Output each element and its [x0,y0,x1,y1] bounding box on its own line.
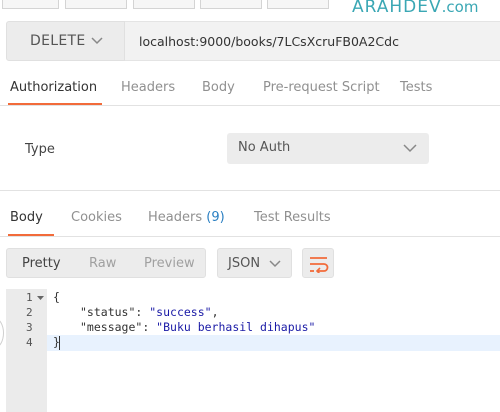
format-value: JSON [228,256,261,271]
pretty-button[interactable]: Pretty [22,256,61,271]
url-text: localhost:9000/books/7LCsXcruFB0A2Cdc [139,34,399,49]
active-tab-indicator [8,103,102,105]
tab-test-results[interactable]: Test Results [254,210,331,225]
view-mode-group: Pretty Raw Preview [6,248,206,278]
code-line: { [53,290,60,304]
text-cursor [59,336,60,350]
auth-type-value: No Auth [238,140,291,155]
line-number: 1 [26,291,33,304]
tab-response-body[interactable]: Body [10,210,43,225]
response-body-editor[interactable]: 1 2 3 4 { "status": "success", "message"… [6,289,500,412]
tab-authorization[interactable]: Authorization [10,80,97,95]
fold-arrow-icon[interactable] [37,296,44,301]
browser-tab[interactable] [2,0,59,9]
tab-pre-request-script[interactable]: Pre-request Script [263,80,380,95]
code-line: "status": "success", [80,305,219,319]
browser-tab[interactable] [65,0,127,9]
watermark-logo: ARAHDEV.com [352,0,479,17]
wrap-lines-button[interactable] [302,248,334,278]
line-number: 2 [26,306,33,319]
tab-cookies[interactable]: Cookies [71,210,122,225]
section-divider [0,190,500,191]
chevron-down-icon [403,144,417,153]
url-input[interactable]: localhost:9000/books/7LCsXcruFB0A2Cdc [125,21,500,61]
line-number: 4 [26,336,33,349]
method-label: DELETE [30,33,86,49]
auth-type-label: Type [25,142,55,157]
browser-tab[interactable] [267,0,329,9]
tab-headers[interactable]: Headers [121,80,175,95]
tab-body[interactable]: Body [202,80,235,95]
browser-tab[interactable] [133,0,195,9]
preview-button[interactable]: Preview [144,256,195,271]
headers-count-badge: (9) [206,210,225,225]
tab-response-headers-label: Headers [148,210,203,225]
line-number: 3 [26,321,33,334]
tab-response-headers[interactable]: Headers (9) [148,210,225,225]
request-tabs: Authorization Headers Body Pre-request S… [0,72,500,106]
scroll-handle[interactable] [0,318,4,348]
browser-tab[interactable] [200,0,262,9]
active-line-highlight [47,335,500,351]
chevron-down-icon [91,37,103,45]
wrap-lines-icon [310,257,329,273]
response-tabs: Body Cookies Headers (9) Test Results [0,202,500,237]
code-line: "message": "Buku berhasil dihapus" [80,320,316,334]
active-tab-indicator [8,234,54,236]
method-select[interactable]: DELETE [6,21,125,61]
auth-type-select[interactable]: No Auth [227,133,429,164]
tab-tests[interactable]: Tests [400,80,432,95]
raw-button[interactable]: Raw [89,256,116,271]
format-select[interactable]: JSON [217,248,292,278]
chevron-down-icon [269,260,281,268]
